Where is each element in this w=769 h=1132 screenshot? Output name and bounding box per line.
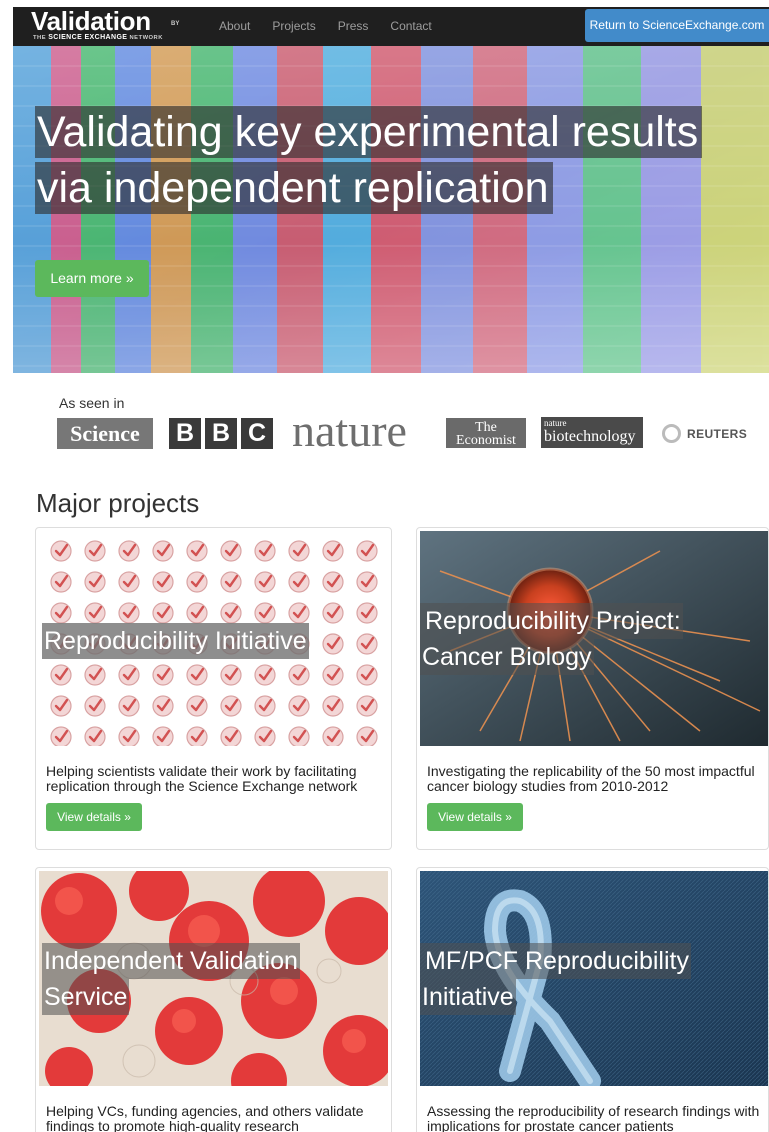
project-card-independent-validation-service: Independent Validation Service Helping V… xyxy=(35,867,392,1132)
nav-link-projects[interactable]: Projects xyxy=(272,7,315,46)
hero-title: Validating key experimental results via … xyxy=(35,106,735,218)
view-details-button[interactable]: View details » xyxy=(46,803,142,831)
project-card-title-line: Cancer Biology xyxy=(420,639,594,675)
project-card-title-line: Reproducibility Initiative xyxy=(42,623,309,659)
project-card-image: Reproducibility Initiative xyxy=(39,531,388,746)
economist-logo-bottom: Economist xyxy=(456,433,516,448)
project-card-title-line: Reproducibility Project: xyxy=(420,603,683,639)
hero-title-line-2: via independent replication xyxy=(35,162,553,214)
project-card-description: Helping VCs, funding agencies, and other… xyxy=(46,1103,364,1132)
nav-link-about[interactable]: About xyxy=(219,7,250,46)
biotech-logo-big: biotechnology xyxy=(544,428,636,445)
nav-links: About Projects Press Contact xyxy=(219,7,454,46)
brand-logo[interactable]: Validation BY THE SCIENCE EXCHANGE NETWO… xyxy=(31,8,196,44)
project-card-description: Helping scientists validate their work b… xyxy=(46,763,358,794)
learn-more-button[interactable]: Learn more » xyxy=(35,260,149,297)
bbc-logo[interactable]: B B C xyxy=(169,418,273,449)
nav-link-press[interactable]: Press xyxy=(338,7,369,46)
project-card-image: Reproducibility Project: Cancer Biology xyxy=(420,531,768,746)
project-card-image: MF/PCF Reproducibility Initiative xyxy=(420,871,768,1086)
economist-logo[interactable]: The Economist xyxy=(446,418,526,448)
reuters-dot-icon xyxy=(662,424,681,443)
project-card-title: Reproducibility Project: Cancer Biology xyxy=(420,603,768,675)
nature-biotechnology-logo[interactable]: nature biotechnology xyxy=(541,417,643,448)
project-card-title: Independent Validation Service xyxy=(42,943,388,1015)
project-card-mf-pcf-reproducibility-initiative: MF/PCF Reproducibility Initiative Assess… xyxy=(416,867,769,1132)
project-card-title-line: Independent Validation xyxy=(42,943,300,979)
return-to-science-exchange-button[interactable]: Return to ScienceExchange.com xyxy=(585,9,769,42)
as-seen-in-label: As seen in xyxy=(59,395,125,411)
project-card-image: Independent Validation Service xyxy=(39,871,388,1086)
project-card-title-line: Initiative xyxy=(420,979,516,1015)
hero-title-line-1: Validating key experimental results xyxy=(35,106,703,158)
bbc-logo-letter: B xyxy=(205,418,237,449)
nature-logo[interactable]: nature xyxy=(292,408,407,454)
brand-name: Validation xyxy=(31,6,151,36)
major-projects-heading: Major projects xyxy=(36,488,200,518)
project-card-title-line: MF/PCF Reproducibility xyxy=(420,943,691,979)
project-card-reproducibility-initiative: Reproducibility Initiative Helping scien… xyxy=(35,527,392,850)
brand-by: BY xyxy=(171,21,180,27)
top-navbar: Validation BY THE SCIENCE EXCHANGE NETWO… xyxy=(13,7,769,46)
reuters-logo-text: REUTERS xyxy=(687,426,748,441)
reuters-logo[interactable]: REUTERS xyxy=(662,424,747,443)
hero-banner: Validating key experimental results via … xyxy=(13,46,769,373)
project-card-cancer-biology: Reproducibility Project: Cancer Biology … xyxy=(416,527,769,850)
project-card-title: MF/PCF Reproducibility Initiative xyxy=(420,943,768,1015)
bbc-logo-letter: C xyxy=(241,418,273,449)
project-card-description: Investigating the replicability of the 5… xyxy=(427,763,755,794)
biotech-logo-small: nature xyxy=(544,418,567,428)
project-card-title-line: Service xyxy=(42,979,130,1015)
nav-link-contact[interactable]: Contact xyxy=(390,7,431,46)
science-logo[interactable]: Science xyxy=(57,418,153,449)
project-card-title: Reproducibility Initiative xyxy=(42,623,388,659)
bbc-logo-letter: B xyxy=(169,418,201,449)
view-details-button[interactable]: View details » xyxy=(427,803,523,831)
brand-tagline: THE SCIENCE EXCHANGE NETWORK xyxy=(33,34,163,41)
project-card-description: Assessing the reproducibility of researc… xyxy=(427,1103,760,1132)
